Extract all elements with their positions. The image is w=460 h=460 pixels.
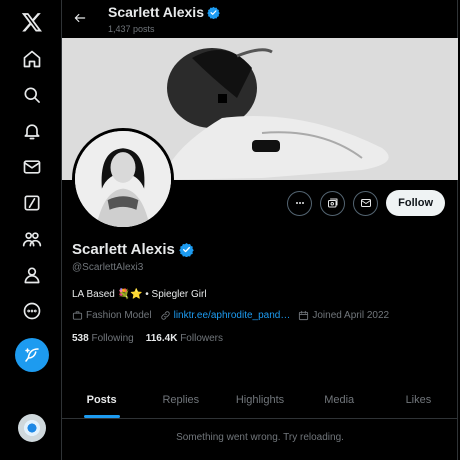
subscribe-icon bbox=[327, 198, 338, 208]
avatar-photo bbox=[75, 131, 171, 227]
profile-handle: @ScarlettAlexi3 bbox=[72, 262, 144, 273]
arrow-left-icon bbox=[74, 13, 86, 23]
more-icon[interactable] bbox=[16, 295, 48, 327]
subscribe-button[interactable] bbox=[320, 190, 346, 216]
tab-likes[interactable]: Likes bbox=[379, 381, 458, 418]
profile-actions: Follow bbox=[287, 190, 445, 216]
profile-name-text: Scarlett Alexis bbox=[72, 241, 175, 258]
back-button[interactable] bbox=[70, 8, 90, 28]
profile-icon[interactable] bbox=[16, 259, 48, 291]
search-icon[interactable] bbox=[16, 79, 48, 111]
following-count: 538 bbox=[72, 333, 89, 344]
following-label: Following bbox=[91, 333, 134, 344]
calendar-icon bbox=[299, 310, 309, 321]
follow-stats: 538 Following 116.4K Followers bbox=[72, 333, 223, 344]
profile-bio: LA Based 💐⭐ • Spiegler Girl bbox=[72, 289, 207, 300]
ellipsis-icon bbox=[295, 202, 304, 204]
profile-header: Scarlett Alexis 1,437 posts bbox=[62, 0, 458, 38]
link-icon bbox=[160, 311, 170, 320]
more-options-button[interactable] bbox=[287, 190, 313, 216]
notifications-icon[interactable] bbox=[16, 115, 48, 147]
message-button[interactable] bbox=[353, 190, 379, 216]
followers-link[interactable]: 116.4K Followers bbox=[146, 333, 223, 344]
profile-column: Scarlett Alexis 1,437 posts Follow Scarl… bbox=[62, 0, 458, 460]
joined-text: Joined April 2022 bbox=[312, 310, 390, 321]
joined-item: Joined April 2022 bbox=[298, 310, 389, 321]
communities-icon[interactable] bbox=[16, 223, 48, 255]
category-text: Fashion Model bbox=[86, 310, 152, 321]
category-item: Fashion Model bbox=[72, 310, 152, 321]
link-item: linktr.ee/aphrodite_pand… bbox=[160, 310, 291, 321]
verified-badge-icon[interactable] bbox=[179, 242, 194, 257]
verified-badge-icon bbox=[207, 6, 220, 19]
x-logo-icon[interactable] bbox=[16, 6, 48, 38]
tab-posts[interactable]: Posts bbox=[62, 381, 141, 418]
profile-avatar[interactable] bbox=[72, 128, 174, 230]
home-icon[interactable] bbox=[16, 43, 48, 75]
followers-label: Followers bbox=[180, 333, 223, 344]
profile-meta: Fashion Model linktr.ee/aphrodite_pand… … bbox=[72, 310, 389, 321]
messages-icon[interactable] bbox=[16, 151, 48, 183]
grok-icon[interactable] bbox=[16, 187, 48, 219]
error-message: Something went wrong. Try reloading. bbox=[176, 432, 344, 443]
feather-plus-icon bbox=[25, 348, 39, 362]
envelope-icon bbox=[360, 199, 371, 207]
left-nav bbox=[0, 0, 62, 460]
profile-link[interactable]: linktr.ee/aphrodite_pand… bbox=[174, 310, 291, 321]
tab-replies[interactable]: Replies bbox=[141, 381, 220, 418]
post-count: 1,437 posts bbox=[108, 24, 155, 34]
following-link[interactable]: 538 Following bbox=[72, 333, 134, 344]
briefcase-icon bbox=[72, 311, 83, 320]
tab-highlights[interactable]: Highlights bbox=[220, 381, 299, 418]
account-avatar[interactable] bbox=[18, 414, 46, 442]
header-name: Scarlett Alexis bbox=[108, 4, 220, 20]
header-name-text: Scarlett Alexis bbox=[108, 4, 204, 20]
tab-media[interactable]: Media bbox=[300, 381, 379, 418]
profile-tabs: Posts Replies Highlights Media Likes bbox=[62, 381, 458, 419]
follow-button[interactable]: Follow bbox=[386, 190, 445, 216]
post-button[interactable] bbox=[15, 338, 49, 372]
followers-count: 116.4K bbox=[145, 333, 178, 344]
profile-name: Scarlett Alexis bbox=[72, 241, 194, 258]
